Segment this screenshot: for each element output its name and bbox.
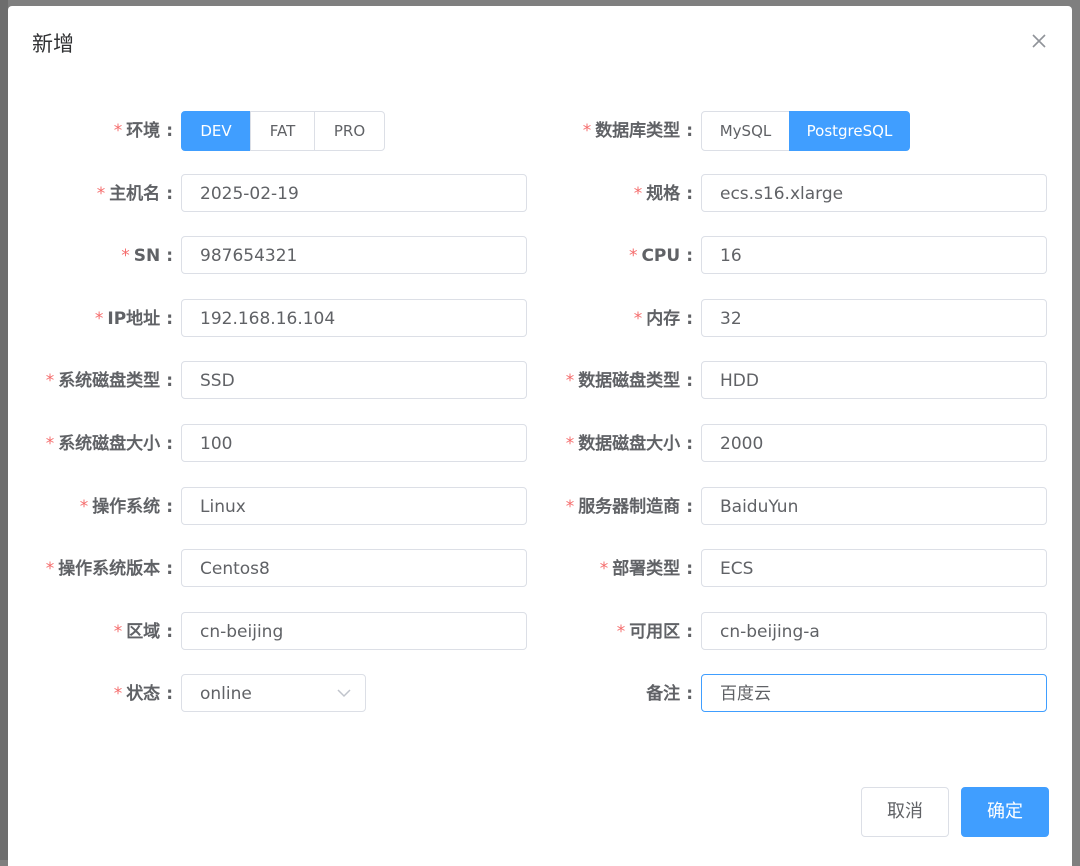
label-colon: : bbox=[686, 121, 693, 141]
input-spec[interactable]: ecs.s16.xlarge bbox=[701, 174, 1047, 212]
label-data_disk_type: * 数据磁盘类型: bbox=[528, 361, 693, 401]
field-value: 2000 bbox=[720, 434, 764, 454]
required-mark: * bbox=[565, 434, 575, 454]
label-text: 内存 bbox=[646, 309, 681, 329]
required-mark: * bbox=[616, 622, 626, 642]
label-text: 数据磁盘大小 bbox=[578, 434, 681, 454]
input-cpu[interactable]: 16 bbox=[701, 236, 1047, 274]
label-text: 数据磁盘类型 bbox=[578, 371, 681, 391]
required-mark: * bbox=[599, 559, 609, 579]
field-value: ecs.s16.xlarge bbox=[720, 184, 844, 204]
cancel-button[interactable]: 取消 bbox=[861, 787, 949, 837]
segmented-db_type: MySQL PostgreSQL bbox=[701, 111, 910, 151]
label-colon: : bbox=[686, 246, 693, 266]
input-remark[interactable]: 百度云 bbox=[701, 674, 1047, 712]
close-icon[interactable] bbox=[1030, 32, 1048, 50]
label-memory: * 内存: bbox=[528, 299, 693, 339]
form-row-data_disk_size: * 数据磁盘大小: 2000 bbox=[8, 424, 1072, 464]
form-row-vendor: * 服务器制造商: BaiduYun bbox=[8, 487, 1072, 527]
label-text: 规格 bbox=[646, 184, 681, 204]
field-value: 百度云 bbox=[720, 684, 771, 704]
form-row-spec: * 规格: ecs.s16.xlarge bbox=[8, 174, 1072, 214]
label-colon: : bbox=[686, 309, 693, 329]
field-value: 16 bbox=[720, 246, 742, 266]
dialog-title: 新增 bbox=[32, 32, 74, 56]
form-row-data_disk_type: * 数据磁盘类型: HDD bbox=[8, 361, 1072, 401]
label-colon: : bbox=[686, 371, 693, 391]
form-row-remark: 备注: 百度云 bbox=[8, 674, 1072, 714]
required-mark: * bbox=[633, 309, 643, 329]
label-text: 服务器制造商 bbox=[578, 497, 681, 517]
option-mysql[interactable]: MySQL bbox=[701, 111, 790, 151]
required-mark: * bbox=[628, 246, 638, 266]
label-text: CPU bbox=[641, 246, 681, 266]
confirm-button[interactable]: 确定 bbox=[961, 787, 1049, 837]
label-colon: : bbox=[686, 497, 693, 517]
form-row-zone: * 可用区: cn-beijing-a bbox=[8, 612, 1072, 652]
label-colon: : bbox=[686, 622, 693, 642]
label-colon: : bbox=[686, 559, 693, 579]
backdrop-strip bbox=[0, 0, 8, 860]
field-value: ECS bbox=[720, 559, 754, 579]
input-memory[interactable]: 32 bbox=[701, 299, 1047, 337]
label-deploy_type: * 部署类型: bbox=[528, 549, 693, 589]
required-mark: * bbox=[565, 497, 575, 517]
label-spec: * 规格: bbox=[528, 174, 693, 214]
label-text: 部署类型 bbox=[612, 559, 681, 579]
label-text: 可用区 bbox=[629, 622, 681, 642]
required-mark: * bbox=[565, 371, 575, 391]
form-row-memory: * 内存: 32 bbox=[8, 299, 1072, 339]
form-row-cpu: * CPU: 16 bbox=[8, 236, 1072, 276]
input-data_disk_size[interactable]: 2000 bbox=[701, 424, 1047, 462]
label-text: 备注 bbox=[646, 684, 681, 704]
label-colon: : bbox=[686, 434, 693, 454]
field-value: BaiduYun bbox=[720, 497, 799, 517]
label-text: 数据库类型 bbox=[595, 121, 681, 141]
label-colon: : bbox=[686, 184, 693, 204]
form-row-db_type: * 数据库类型: MySQL PostgreSQL bbox=[8, 111, 1072, 151]
label-colon: : bbox=[686, 684, 693, 704]
field-value: cn-beijing-a bbox=[720, 622, 820, 642]
label-db_type: * 数据库类型: bbox=[528, 111, 693, 151]
label-data_disk_size: * 数据磁盘大小: bbox=[528, 424, 693, 464]
label-remark: 备注: bbox=[528, 674, 693, 714]
add-dialog: 新增 * 环境: DEV FAT PRO * 主机名:2025-02-19 * SN:98765… bbox=[8, 6, 1072, 866]
label-cpu: * CPU: bbox=[528, 236, 693, 276]
form-row-deploy_type: * 部署类型: ECS bbox=[8, 549, 1072, 589]
input-data_disk_type[interactable]: HDD bbox=[701, 361, 1047, 399]
input-deploy_type[interactable]: ECS bbox=[701, 549, 1047, 587]
input-zone[interactable]: cn-beijing-a bbox=[701, 612, 1047, 650]
option-postgresql[interactable]: PostgreSQL bbox=[789, 111, 910, 151]
label-vendor: * 服务器制造商: bbox=[528, 487, 693, 527]
required-mark: * bbox=[582, 121, 592, 141]
label-zone: * 可用区: bbox=[528, 612, 693, 652]
input-vendor[interactable]: BaiduYun bbox=[701, 487, 1047, 525]
field-value: HDD bbox=[720, 371, 759, 391]
required-mark: * bbox=[633, 184, 643, 204]
field-value: 32 bbox=[720, 309, 742, 329]
